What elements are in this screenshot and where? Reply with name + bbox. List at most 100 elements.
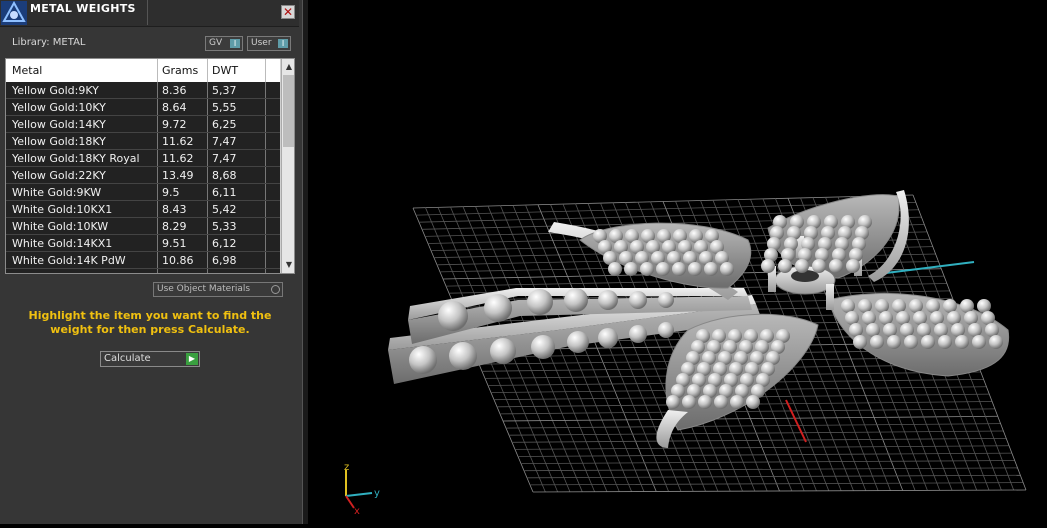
column-header-metal[interactable]: Metal: [12, 64, 42, 77]
cell-metal: Yellow Gold:22KY: [12, 169, 106, 182]
x-axis-icon: [345, 495, 355, 509]
z-axis-label: z: [344, 462, 349, 473]
radio-icon: [271, 285, 280, 294]
wing-bead: [947, 311, 961, 325]
wing-bead: [934, 323, 948, 337]
scroll-down-icon[interactable]: ▼: [282, 259, 294, 271]
cell-grams: 9.5: [162, 186, 180, 199]
column-divider: [207, 218, 208, 234]
3d-viewport[interactable]: z y x: [308, 0, 1047, 524]
column-divider: [265, 99, 266, 115]
cell-metal: White Gold:14KX1: [12, 237, 113, 250]
table-row[interactable]: Yellow Gold:22KY 13.49 8,68: [6, 167, 280, 184]
column-divider: [265, 116, 266, 132]
wing-bead: [853, 335, 867, 349]
column-divider: [207, 133, 208, 149]
toggle-switch-icon: I: [278, 39, 288, 48]
cell-grams: 13.49: [162, 169, 194, 182]
wing-bead: [977, 299, 991, 313]
wing-bead: [862, 311, 876, 325]
wing-bead: [720, 262, 734, 276]
bar-bead: [490, 338, 516, 364]
user-toggle[interactable]: User I: [247, 36, 291, 51]
table-row[interactable]: Yellow Gold:10KY 8.64 5,55: [6, 99, 280, 116]
column-header-dwt[interactable]: DWT: [212, 64, 238, 77]
table-scrollbar[interactable]: ▲ ▼: [281, 59, 294, 273]
wing-bead: [981, 311, 995, 325]
cell-dwt: 7,47: [212, 152, 237, 165]
column-divider: [265, 167, 266, 183]
table-row[interactable]: White Gold:10KX1 8.43 5,42: [6, 201, 280, 218]
column-divider: [157, 201, 158, 217]
calculate-button[interactable]: Calculate ▶: [100, 351, 200, 367]
bar-bead: [531, 335, 555, 359]
bar-bead: [527, 289, 553, 315]
table-row[interactable]: White Gold:9KW 9.5 6,11: [6, 184, 280, 201]
wing-bead: [608, 262, 622, 276]
scroll-thumb[interactable]: [283, 75, 294, 147]
column-divider: [157, 59, 158, 82]
table-row[interactable]: Yellow Gold:18KY 11.62 7,47: [6, 133, 280, 150]
cell-dwt: 6,25: [212, 118, 237, 131]
toggle-switch-icon: I: [230, 39, 240, 48]
table-row[interactable]: Yellow Gold:14KY 9.72 6,25: [6, 116, 280, 133]
cell-metal: Yellow Gold:14KY: [12, 118, 106, 131]
scroll-up-icon[interactable]: ▲: [282, 61, 294, 73]
bar-bead: [438, 301, 468, 331]
wing-bead: [960, 299, 974, 313]
cell-metal: White Gold:10KW: [12, 220, 109, 233]
column-divider: [157, 218, 158, 234]
wing-bead: [921, 335, 935, 349]
wing-bead: [698, 395, 712, 409]
use-object-materials-label: Use Object Materials: [157, 284, 251, 294]
column-divider: [157, 252, 158, 268]
wing-bead: [841, 299, 855, 313]
column-header-grams[interactable]: Grams: [162, 64, 198, 77]
close-icon[interactable]: ✕: [281, 5, 295, 19]
viewport-canvas: z y x: [344, 190, 1027, 517]
cell-metal: Yellow Gold:9KY: [12, 84, 99, 97]
column-divider: [265, 59, 266, 82]
column-divider: [157, 167, 158, 183]
wing-bead: [875, 299, 889, 313]
y-axis-icon: [345, 492, 373, 497]
cell-grams: 8.64: [162, 101, 187, 114]
column-divider: [207, 150, 208, 166]
cell-dwt: 5,37: [212, 84, 237, 97]
column-divider: [265, 269, 266, 273]
wing-bead: [917, 323, 931, 337]
column-divider: [157, 269, 158, 273]
cell-grams: 10.86: [162, 254, 194, 267]
bar-bead: [409, 346, 437, 374]
column-divider: [207, 235, 208, 251]
gv-toggle[interactable]: GV I: [205, 36, 243, 51]
wing-bead: [938, 335, 952, 349]
bar-bead: [629, 325, 647, 343]
table-row[interactable]: Yellow Gold:18KY Royal 11.62 7,47: [6, 150, 280, 167]
bar-bead: [564, 288, 588, 312]
table-row[interactable]: White Gold:14K PdW 10.86 6,98: [6, 252, 280, 269]
wing-bead: [904, 335, 918, 349]
table-row[interactable]: Yellow Gold:9KY 8.36 5,37: [6, 82, 280, 99]
table-row[interactable]: White Gold:14KW 9.42 7,42: [6, 269, 280, 273]
bar-bead: [598, 290, 618, 310]
wing-bead: [672, 262, 686, 276]
wing-bead: [913, 311, 927, 325]
use-object-materials-button[interactable]: Use Object Materials: [153, 282, 283, 297]
cell-grams: 9.51: [162, 237, 187, 250]
column-divider: [207, 252, 208, 268]
bar-bead: [484, 294, 512, 322]
cell-grams: 8.29: [162, 220, 187, 233]
wing-bead: [846, 259, 860, 273]
cell-dwt: 6,11: [212, 186, 237, 199]
cell-grams: 9.72: [162, 118, 187, 131]
table-row[interactable]: White Gold:14KX1 9.51 6,12: [6, 235, 280, 252]
wing-bead: [972, 335, 986, 349]
cell-metal: Yellow Gold:10KY: [12, 101, 106, 114]
table-row[interactable]: White Gold:10KW 8.29 5,33: [6, 218, 280, 235]
metal-weights-panel: METAL WEIGHTS ✕ Library: METAL GV I User…: [0, 0, 302, 524]
wing-bead: [858, 299, 872, 313]
cell-dwt: 6,12: [212, 237, 237, 250]
wing-bead: [746, 395, 760, 409]
wing-bead: [812, 259, 826, 273]
